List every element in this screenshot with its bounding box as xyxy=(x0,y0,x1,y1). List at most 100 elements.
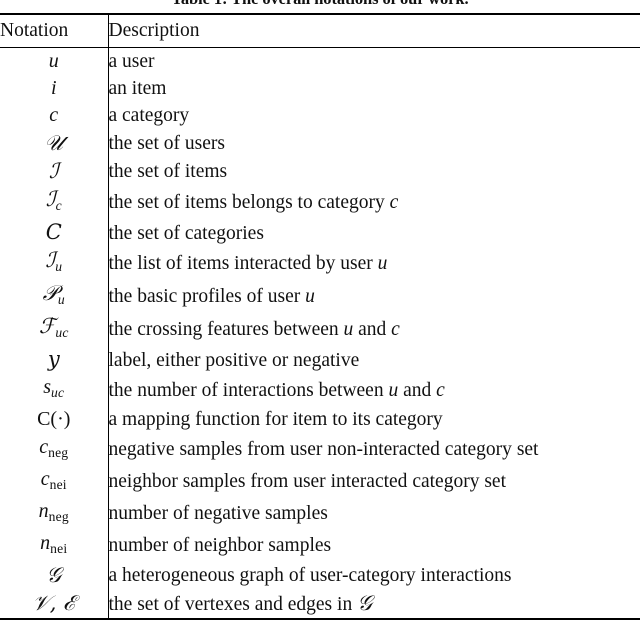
table-row: nneg number of negative samples xyxy=(0,497,640,530)
table-row: ℐc the set of items belongs to category c xyxy=(0,186,640,220)
description-cell: label, either positive or negative xyxy=(108,349,360,371)
notation-symbol-subscript: neg xyxy=(48,508,69,524)
notation-symbol-base: i xyxy=(50,77,57,100)
notation-symbol-subscript: nei xyxy=(49,476,67,492)
notation-symbol-base: n xyxy=(38,499,49,522)
inline-math-variable: c xyxy=(436,379,445,401)
inline-math-variable: c xyxy=(391,319,400,341)
notation-cell: nnei xyxy=(0,529,109,562)
notation-cell: ℱuc xyxy=(0,313,109,347)
table-row: 𝒱, ℰ the set of vertexes and edges in 𝒢 xyxy=(0,589,640,619)
description-cell: number of neighbor samples xyxy=(108,535,332,557)
notation-symbol-base: 𝒫 xyxy=(42,281,58,306)
description-cell: neighbor samples from user interacted ca… xyxy=(108,471,507,493)
notation-cell: u xyxy=(0,48,109,76)
notation-symbol-base: ℱ xyxy=(38,314,56,339)
notation-symbol-base: y xyxy=(47,347,60,372)
notation-symbol-subscript: u xyxy=(55,259,63,275)
table-row: cnei neighbor samples from user interacte… xyxy=(0,465,640,498)
description-cell: a mapping function for item to its categ… xyxy=(108,409,443,431)
notation-symbol-subscript: u xyxy=(57,292,65,308)
notation-symbol-subscript: nei xyxy=(50,540,68,556)
notation-symbol-subscript: neg xyxy=(48,444,69,460)
table-row: C(·) a mapping function for item to its c… xyxy=(0,406,640,434)
table-row: Cthe set of categories xyxy=(0,219,640,248)
description-cell: the crossing features between u and c xyxy=(108,319,400,341)
notation-cell: i xyxy=(0,75,109,103)
notation-cell: cnei xyxy=(0,465,109,498)
notation-symbol-base: c xyxy=(49,104,59,127)
inline-math-script: 𝒢 xyxy=(357,590,373,615)
table-row: cneg negative samples from user non-inter… xyxy=(0,433,640,466)
notation-symbol-base: s xyxy=(43,376,52,399)
notation-symbol-base: c xyxy=(39,435,49,458)
description-cell: the number of interactions between u and… xyxy=(108,379,445,401)
notation-symbol-base: c xyxy=(40,467,50,490)
notation-symbol-base: 𝒰 xyxy=(44,130,64,155)
table-row: i an item xyxy=(0,75,640,103)
notation-cell: c xyxy=(0,102,109,130)
inline-math-variable: c xyxy=(389,191,399,213)
notation-cell: nneg xyxy=(0,497,109,530)
table-body: ua user i an item c a category 𝒰the set of us… xyxy=(0,48,640,619)
description-cell: the set of items belongs to category c xyxy=(108,191,399,213)
table-row: suc the number of interactions between u … xyxy=(0,374,640,407)
table-row: c a category xyxy=(0,102,640,130)
description-cell: the set of users xyxy=(108,133,225,155)
notation-cell: cneg xyxy=(0,433,109,466)
table-row: u a user xyxy=(0,48,640,76)
notation-cell: C(·) xyxy=(0,406,109,434)
notations-table: Notation Description xyxy=(0,15,640,47)
description-cell: number of negative samples xyxy=(108,503,328,525)
table-header-row: Notation Description xyxy=(0,15,640,47)
notation-cell: 𝒱, ℰ xyxy=(0,589,109,619)
table-header: Notation Description xyxy=(0,15,640,47)
description-cell: a heterogeneous graph of user-category i… xyxy=(108,565,512,587)
table-row: 𝒢a heterogeneous graph of user-category … xyxy=(0,561,640,590)
notation-symbol-base: ℐ xyxy=(45,187,56,212)
table-row: 𝒰the set of users xyxy=(0,129,640,158)
description-cell: the set of categories xyxy=(108,222,264,244)
inline-math-variable: u xyxy=(388,379,399,401)
notation-symbol-base: 𝒢 xyxy=(46,562,62,587)
notation-symbol-subscript: uc xyxy=(51,385,65,401)
table-row: ℐu the list of items interacted by user u xyxy=(0,247,640,281)
inline-math-variable: u xyxy=(305,286,315,308)
notation-symbol-base: 𝒱, ℰ xyxy=(32,590,76,615)
table-row: ℐthe set of items xyxy=(0,157,640,187)
notation-cell: 𝒢 xyxy=(0,561,109,590)
notation-symbol-base: ℐ xyxy=(45,248,56,273)
table-row: ℱuc the crossing features between u and c xyxy=(0,313,640,347)
description-cell: the set of items xyxy=(108,161,228,183)
notations-table-body-wrap: ua user i an item c a category 𝒰the set of us… xyxy=(0,48,640,619)
notation-cell: y xyxy=(0,346,109,375)
notation-symbol-base: C xyxy=(45,220,62,245)
inline-math-variable: u xyxy=(377,253,388,275)
description-cell: negative samples from user non-interacte… xyxy=(108,439,539,461)
notation-cell: ℐu xyxy=(0,247,109,281)
notations-table-container: Notation Description u a user i an item c a c… xyxy=(0,13,640,620)
description-cell: the set of vertexes and edges in 𝒢 xyxy=(108,590,373,615)
inline-math-variable: u xyxy=(343,319,354,341)
description-cell: a user xyxy=(108,51,155,72)
notation-symbol-base: u xyxy=(48,50,59,72)
notation-symbol-base: n xyxy=(40,531,51,554)
table-row: y label, either positive or negative xyxy=(0,346,640,375)
table-row: nnei number of neighbor samples xyxy=(0,529,640,562)
description-cell: the basic profiles of user u xyxy=(108,286,315,308)
table-caption: Table 1: The overall notations of our wo… xyxy=(0,0,640,10)
notation-symbol-subscript: uc xyxy=(55,325,69,341)
column-header-description: Description xyxy=(108,20,200,41)
description-cell: a category xyxy=(108,105,190,127)
notation-symbol-subscript: c xyxy=(55,197,62,213)
description-cell: an item xyxy=(108,78,167,100)
notation-cell: ℐ xyxy=(0,157,109,187)
notation-symbol-base: C(·) xyxy=(37,408,71,431)
description-cell: the list of items interacted by user u xyxy=(108,253,388,275)
notation-cell: suc xyxy=(0,374,109,407)
column-header-notation: Notation xyxy=(0,15,109,47)
table-row: 𝒫u the basic profiles of user u xyxy=(0,280,640,314)
notation-cell: C xyxy=(0,219,109,248)
notation-cell: ℐc xyxy=(0,186,109,220)
notation-symbol-base: ℐ xyxy=(48,158,59,183)
